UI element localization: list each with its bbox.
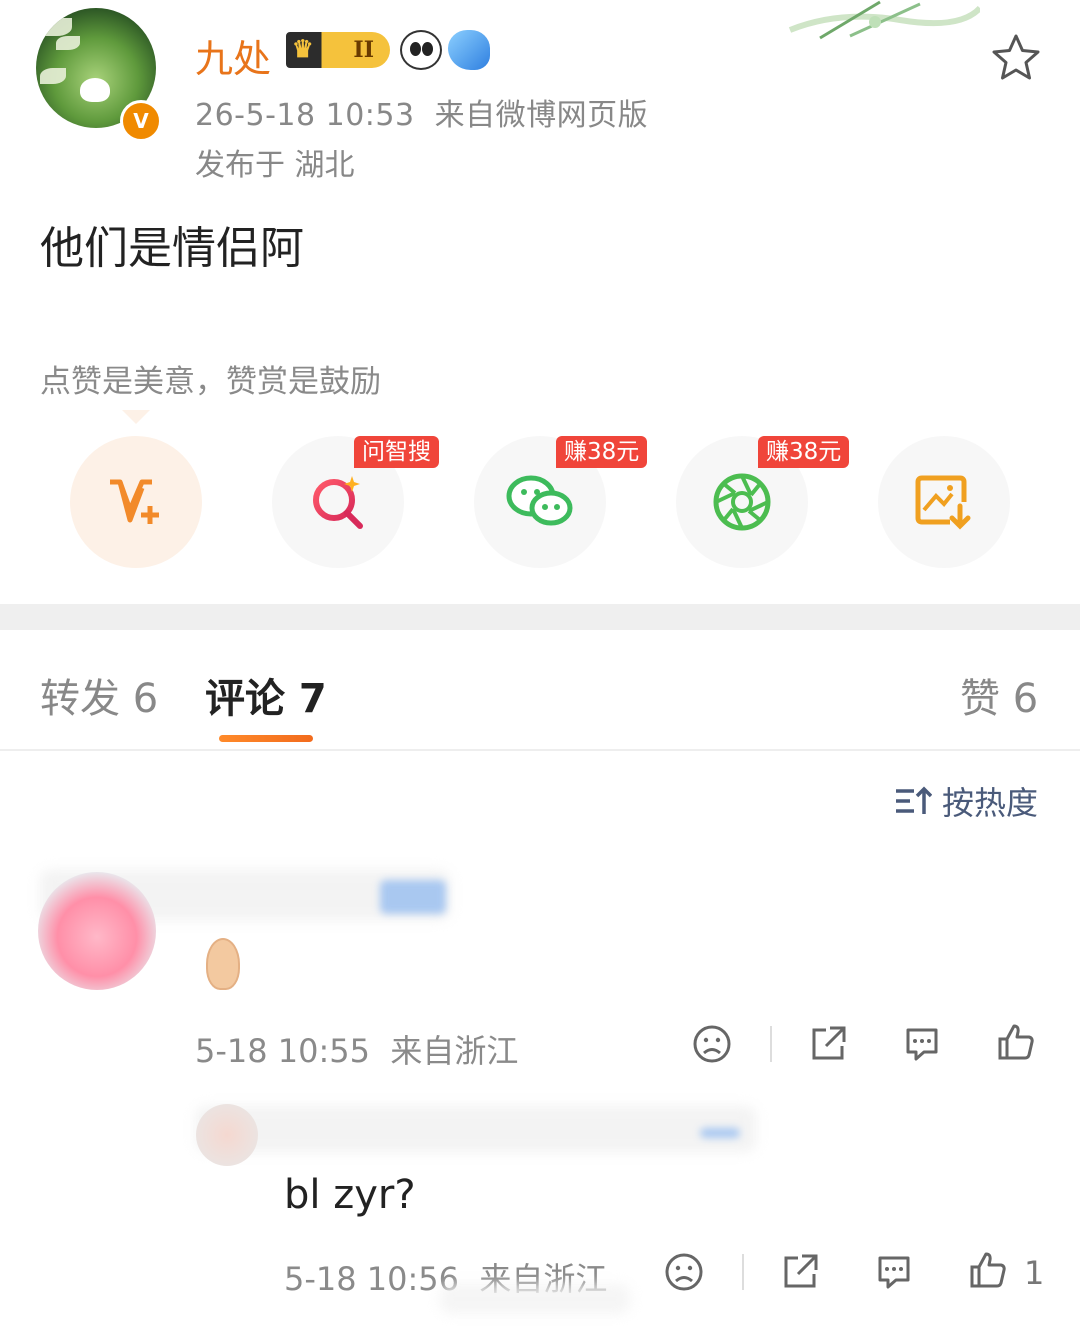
commenter-avatar[interactable] — [38, 872, 156, 990]
ear-emoji — [206, 938, 240, 990]
reply-icon[interactable] — [902, 1024, 942, 1064]
tab-repost[interactable]: 转发 6 — [40, 666, 158, 724]
save-image-button[interactable] — [878, 436, 1010, 568]
v-plus-icon — [110, 479, 159, 524]
member-level-badge[interactable]: ♛ II — [286, 32, 390, 68]
dislike-face-icon[interactable] — [664, 1252, 704, 1292]
share-icon[interactable] — [808, 1024, 848, 1064]
comment-text: bl zyr? — [284, 1172, 416, 1218]
vplus-reward-button[interactable] — [70, 436, 202, 568]
moments-reward-tag: 赚38元 — [758, 436, 850, 468]
post-source: 来自微博网页版 — [434, 98, 649, 133]
section-divider — [0, 604, 1080, 630]
action-separator — [770, 1026, 772, 1062]
commenter-avatar-2[interactable] — [196, 1104, 258, 1166]
header-decoration — [788, 0, 980, 40]
comment-source: 来自浙江 — [390, 1032, 519, 1070]
crown-icon: ♛ — [292, 34, 314, 63]
active-tab-indicator — [219, 735, 313, 742]
tab-like[interactable]: 赞 6 — [960, 666, 1038, 724]
avatar-critter — [80, 78, 110, 102]
like-count: 1 — [1024, 1254, 1045, 1292]
wechat-icon — [506, 475, 573, 526]
save-image-icon — [915, 475, 971, 530]
post-meta: 26-5-18 10:53 来自微博网页版 — [195, 90, 648, 134]
tabs-divider — [0, 749, 1080, 751]
shark-badge-icon[interactable] — [448, 30, 490, 70]
like-thumb-icon[interactable] — [996, 1022, 1036, 1062]
blurred-username-2 — [196, 1106, 756, 1152]
post-time: 26-5-18 10:53 — [195, 98, 415, 133]
comment-time-2: 5-18 10:56 — [284, 1260, 460, 1298]
tab-comment[interactable]: 评论 7 — [205, 666, 327, 724]
ai-search-icon — [313, 476, 363, 529]
blurred-badge-2 — [700, 1128, 740, 1138]
comment-time: 5-18 10:55 — [195, 1032, 371, 1070]
post-content: 他们是情侣阿 — [40, 223, 304, 274]
comment-meta: 5-18 10:55 来自浙江 — [195, 1026, 518, 1072]
reward-prompt: 点赞是美意，赞赏是鼓励 — [40, 364, 381, 400]
sort-by-hot-button[interactable]: 按热度 — [942, 778, 1038, 824]
panda-badge-icon[interactable] — [400, 30, 442, 70]
reply-icon[interactable] — [874, 1252, 914, 1292]
favorite-star-icon[interactable] — [990, 32, 1042, 84]
blurred-watermark — [440, 1284, 630, 1314]
dislike-face-icon[interactable] — [692, 1024, 732, 1064]
share-icon[interactable] — [780, 1252, 820, 1292]
moments-icon — [713, 473, 771, 531]
blurred-badge — [380, 880, 446, 914]
sort-icon[interactable] — [894, 786, 932, 816]
wechat-reward-tag: 赚38元 — [556, 436, 648, 468]
ai-search-tag: 问智搜 — [354, 436, 439, 468]
action-separator — [742, 1254, 744, 1290]
post-location: 发布于 湖北 — [195, 148, 355, 183]
like-thumb-icon[interactable] — [968, 1250, 1008, 1290]
verified-badge: V — [120, 100, 162, 142]
reward-pointer — [122, 410, 150, 424]
username[interactable]: 九处 — [195, 28, 271, 83]
